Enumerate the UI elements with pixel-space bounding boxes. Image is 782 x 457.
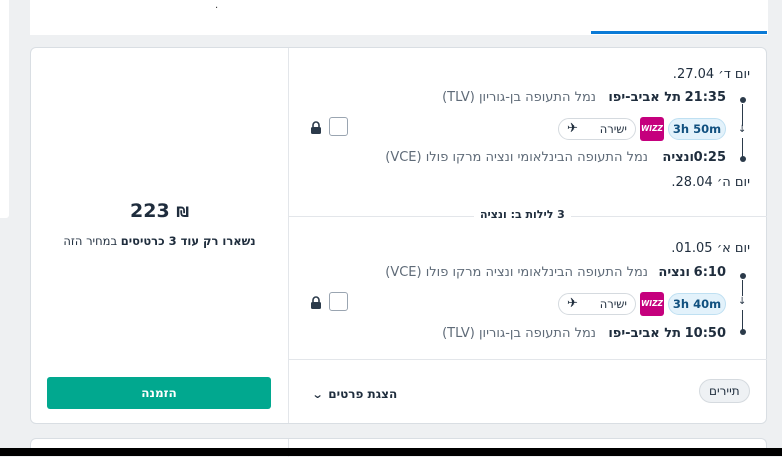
outbound-select-checkbox[interactable] — [329, 117, 348, 136]
inbound-arr-city: תל אביב-יפו — [608, 326, 681, 341]
inbound-dep-time: 6:10 — [693, 265, 726, 280]
seats-left-bold: נשארו רק עוד 3 כרטיסים — [120, 234, 256, 248]
inbound-arr-dot — [740, 329, 746, 335]
inbound-arr-airport: נמל התעופה בן-גוריון (TLV) — [442, 326, 596, 341]
outbound-arr-dot — [740, 156, 746, 162]
outbound-dep-city: תל אביב-יפו — [608, 90, 681, 105]
inbound-select-checkbox[interactable] — [329, 292, 348, 311]
outbound-arrival-date: יום ה׳ 28.04. — [671, 175, 750, 190]
lock-icon — [311, 121, 321, 134]
active-tab-indicator — [591, 31, 767, 34]
plane-icon: ✈ — [567, 296, 578, 311]
screen-bottom-bar — [0, 448, 782, 456]
chevron-down-icon: ⌄ — [311, 388, 324, 401]
lock-icon — [311, 296, 321, 309]
inbound-dep-city: ונציה — [658, 265, 690, 280]
outbound-rail-top — [742, 104, 743, 126]
inbound-stops-badge: ✈ ישירה — [558, 293, 636, 315]
outbound-dep-airport: נמל התעופה בן-גוריון (TLV) — [442, 90, 596, 105]
results-tabs-bar: . — [30, 0, 768, 35]
inbound-dep-dot — [740, 273, 746, 279]
inbound-arrow-icon: ↓ — [738, 296, 747, 307]
outbound-stops-label: ישירה — [599, 122, 627, 136]
outbound-dep-time: 21:35 — [684, 90, 726, 105]
wizz-air-logo: WIZZ — [640, 292, 664, 316]
outbound-arr-airport: נמל התעופה הבינלאומי ונציה מרקו פולו (VC… — [385, 150, 648, 165]
inbound-departure-date: יום א׳ 01.05. — [671, 241, 750, 256]
nights-label: 3 לילות ב: ונציה — [474, 208, 571, 221]
inbound-rail-top — [742, 280, 743, 296]
show-details-label: הצגת פרטים — [328, 387, 398, 401]
outbound-stops-badge: ✈ ישירה — [558, 118, 636, 140]
seats-left-notice: נשארו רק עוד 3 כרטיסים במחיר הזה — [31, 234, 288, 248]
price-currency: ₪ — [176, 205, 189, 221]
outbound-duration-badge: 3h 50m — [668, 118, 726, 140]
inbound-rail-bottom — [742, 310, 743, 330]
book-button[interactable]: הזמנה — [47, 377, 271, 409]
outbound-dep-dot — [740, 97, 746, 103]
outbound-departure-date: יום ד׳ 27.04. — [672, 67, 750, 82]
inbound-arr-time: 10:50 — [684, 326, 726, 341]
side-panel-edge — [0, 0, 9, 218]
outbound-arr-city: ונציה — [662, 150, 694, 165]
tab-dot: . — [215, 0, 219, 11]
outbound-arrow-icon: ↓ — [738, 124, 747, 135]
inbound-stops-label: ישירה — [599, 297, 627, 311]
price-value: 223 — [130, 200, 170, 222]
outbound-arr-time: 0:25 — [693, 150, 726, 165]
inbound-dep-airport: נמל התעופה הבינלאומי ונציה מרקו פולו (VC… — [385, 265, 648, 280]
flight-offer-card: ₪ 223 נשארו רק עוד 3 כרטיסים במחיר הזה ה… — [30, 47, 767, 424]
tourists-badge: תיירים — [699, 379, 750, 403]
offer-price: ₪ 223 — [31, 200, 288, 222]
inbound-duration-badge: 3h 40m — [668, 293, 726, 315]
show-details-toggle[interactable]: הצגת פרטים ⌄ — [311, 387, 398, 401]
price-column: ₪ 223 נשארו רק עוד 3 כרטיסים במחיר הזה ה… — [31, 48, 289, 423]
seats-left-rest: במחיר הזה — [63, 234, 118, 248]
details-divider — [289, 359, 767, 360]
wizz-air-logo: WIZZ — [640, 117, 664, 141]
plane-icon: ✈ — [567, 121, 578, 136]
outbound-rail-bottom — [742, 138, 743, 157]
